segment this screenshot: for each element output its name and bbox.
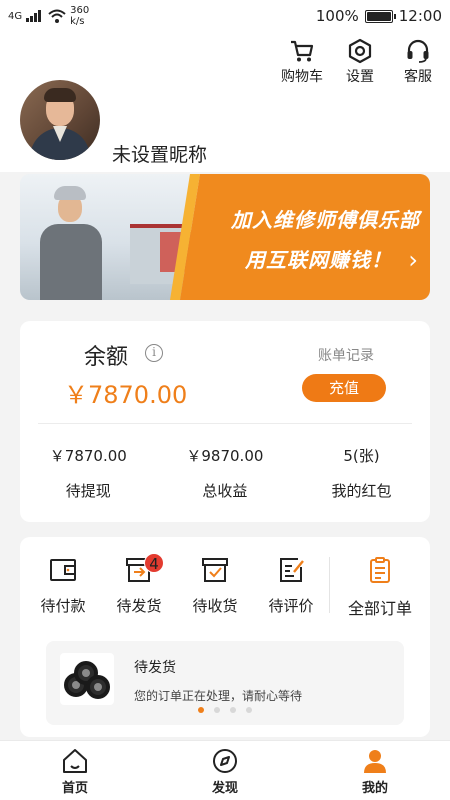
wifi-icon bbox=[48, 9, 66, 23]
info-icon[interactable]: i bbox=[145, 344, 163, 362]
cart-button[interactable]: 购物车 bbox=[280, 38, 324, 86]
settings-button[interactable]: 设置 bbox=[338, 38, 382, 86]
service-label: 客服 bbox=[404, 69, 432, 85]
service-button[interactable]: 客服 bbox=[396, 38, 440, 86]
carousel-dots bbox=[20, 707, 430, 713]
carousel-dot[interactable] bbox=[214, 707, 220, 713]
top-actions: 购物车 设置 客服 bbox=[280, 38, 440, 86]
stat-label: 待提现 bbox=[65, 482, 111, 500]
clock: 12:00 bbox=[398, 7, 442, 25]
stat-pending-withdraw[interactable]: ￥7870.00 待提现 bbox=[20, 445, 157, 501]
order-pending-review[interactable]: 待评价 bbox=[256, 553, 326, 616]
nickname[interactable]: 未设置昵称 bbox=[112, 140, 207, 167]
vertical-divider bbox=[329, 557, 330, 613]
tab-label: 发现 bbox=[211, 781, 238, 796]
balance-stats: ￥7870.00 待提现 ￥9870.00 总收益 5(张) 我的红包 bbox=[20, 445, 430, 501]
order-pending-receipt[interactable]: 待收货 bbox=[180, 553, 250, 616]
notice-description: 您的订单正在处理，请耐心等待 bbox=[134, 689, 303, 703]
balance-amount: ￥7870.00 bbox=[64, 381, 188, 409]
review-icon bbox=[280, 558, 304, 582]
battery-icon bbox=[364, 9, 396, 23]
avatar[interactable] bbox=[20, 80, 100, 160]
discover-icon bbox=[213, 749, 237, 773]
speed-value: 360 bbox=[70, 5, 90, 16]
chevron-right-icon: › bbox=[408, 246, 418, 274]
avatar-hair bbox=[44, 88, 76, 102]
order-label: 待付款 bbox=[40, 597, 86, 615]
banner-worker-cap bbox=[54, 186, 86, 200]
stat-total-income[interactable]: ￥9870.00 总收益 bbox=[157, 445, 294, 501]
tab-mine[interactable]: 我的 bbox=[300, 741, 450, 800]
notice-title: 待发货 bbox=[134, 660, 176, 676]
status-left: 4G 360 k/s bbox=[8, 5, 89, 27]
network-type: 4G bbox=[8, 10, 23, 22]
bill-records-link[interactable]: 账单记录 bbox=[318, 345, 374, 365]
carousel-dot[interactable] bbox=[230, 707, 236, 713]
order-label: 待评价 bbox=[268, 597, 314, 615]
balance-card: 余额 i ￥7870.00 账单记录 充值 ￥7870.00 待提现 ￥9870… bbox=[20, 321, 430, 522]
order-label: 待收货 bbox=[192, 597, 238, 615]
orders-card: 待付款 4 待发货 待收货 待评价 全部订单 待发货 您的订单正在处理，请耐心等… bbox=[20, 537, 430, 737]
stat-value: ￥9870.00 bbox=[186, 447, 264, 465]
status-right: 100% 12:00 bbox=[316, 7, 442, 25]
banner-headline: 加入维修师傅俱乐部 bbox=[231, 208, 420, 232]
signal-icon bbox=[26, 10, 42, 22]
network-speed: 360 k/s bbox=[70, 5, 89, 27]
tab-discover[interactable]: 发现 bbox=[150, 741, 300, 800]
battery-fill bbox=[366, 11, 391, 21]
order-pending-payment[interactable]: 待付款 bbox=[28, 553, 98, 616]
stat-label: 总收益 bbox=[202, 482, 248, 500]
tab-home[interactable]: 首页 bbox=[0, 741, 150, 800]
divider bbox=[38, 423, 412, 424]
user-icon bbox=[364, 750, 386, 773]
clipboard-icon bbox=[370, 557, 390, 583]
stat-red-packets[interactable]: 5(张) 我的红包 bbox=[293, 445, 430, 501]
recruit-banner[interactable]: 加入维修师傅俱乐部 用互联网赚钱！ › bbox=[20, 174, 430, 300]
speed-unit: k/s bbox=[70, 16, 85, 27]
shipment-badge: 4 bbox=[144, 553, 164, 573]
settings-label: 设置 bbox=[346, 69, 374, 85]
tab-label: 首页 bbox=[61, 781, 88, 796]
carousel-dot[interactable] bbox=[246, 707, 252, 713]
settings-icon bbox=[348, 38, 372, 64]
wallet-icon bbox=[50, 559, 76, 581]
tire-image bbox=[86, 675, 110, 699]
order-all[interactable]: 全部订单 bbox=[342, 553, 418, 619]
banner-worker-body bbox=[40, 224, 102, 300]
stat-value: ￥7870.00 bbox=[49, 447, 127, 465]
headset-icon bbox=[407, 39, 429, 63]
tab-label: 我的 bbox=[361, 781, 388, 796]
battery-percent: 100% bbox=[315, 7, 359, 25]
order-label: 待发货 bbox=[116, 597, 162, 615]
order-status-row: 待付款 4 待发货 待收货 待评价 全部订单 bbox=[20, 553, 430, 643]
banner-subline: 用互联网赚钱！ bbox=[245, 248, 392, 272]
stat-label: 我的红包 bbox=[331, 482, 392, 500]
cart-icon bbox=[291, 40, 314, 62]
stat-value: 5(张) bbox=[343, 447, 380, 465]
order-label: 全部订单 bbox=[347, 599, 412, 618]
carousel-dot[interactable] bbox=[198, 707, 204, 713]
home-icon bbox=[63, 749, 87, 773]
profile-header: 购物车 设置 客服 未设置昵称 bbox=[0, 32, 450, 172]
banner-orange-panel bbox=[180, 174, 430, 300]
order-pending-shipment[interactable]: 4 待发货 bbox=[104, 553, 174, 616]
recharge-button[interactable]: 充值 bbox=[302, 374, 386, 402]
balance-label: 余额 bbox=[84, 345, 129, 370]
bottom-tab-bar: 首页 发现 我的 bbox=[0, 740, 450, 800]
product-thumbnail bbox=[60, 653, 114, 705]
cart-label: 购物车 bbox=[281, 69, 323, 85]
receive-box-icon bbox=[202, 558, 228, 582]
status-bar: 4G 360 k/s 100% 12:00 bbox=[0, 0, 450, 32]
